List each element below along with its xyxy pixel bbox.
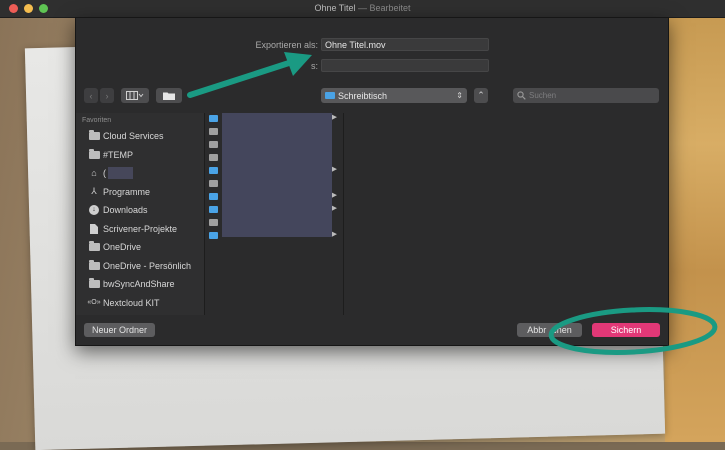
chevron-right-icon: ▶ [331,231,337,238]
folder-icon [88,259,100,271]
location-dropdown[interactable]: Schreibtisch ⇕ [321,88,467,103]
sidebar-item-label: OneDrive - Persönlich [103,260,192,271]
sidebar-item-scrivener[interactable]: Scrivener-Projekte [76,220,204,239]
sidebar-item-label: Nextcloud KIT [103,297,160,308]
search-placeholder: Suchen [529,91,557,100]
dialog-toolbar: ‹ › Schreibtisch ⇕ ⌃ Suchen [76,86,668,106]
window-title-status: Bearbeitet [369,3,411,13]
cancel-button[interactable]: Abbr chen [517,323,582,337]
chevron-updown-icon: ⇕ [456,91,463,100]
view-mode-button[interactable] [121,88,149,103]
sidebar: Favoriten Cloud Services #TEMP ⌂ ( ⅄ Pro… [76,113,205,315]
window-title-separator: — [358,3,367,13]
file-icon [209,180,218,187]
chevron-right-icon: ▶ [331,192,337,199]
sidebar-item-cloud-services[interactable]: Cloud Services [76,127,204,146]
sidebar-item-programme[interactable]: ⅄ Programme [76,183,204,202]
sidebar-item-label: #TEMP [103,149,134,160]
applications-icon: ⅄ [91,186,97,197]
window-title: Ohne Titel — Bearbeitet [0,3,725,13]
folder-icon [209,115,218,122]
sidebar-item-label: Scrivener-Projekte [103,223,178,234]
sidebar-heading: Favoriten [82,117,112,124]
cancel-label-end: chen [552,325,572,335]
sidebar-item-nextcloud[interactable]: «O» Nextcloud KIT [76,294,204,313]
cancel-label-start: Abbr [527,325,547,335]
document-icon [88,223,100,234]
sidebar-item-label: OneDrive [103,242,142,253]
export-as-label: Exportieren als: [255,40,318,50]
sidebar-item-bwsyncandshare[interactable]: bwSyncAndShare [76,275,204,294]
folder-icon [209,206,218,213]
folder-icon [209,232,218,239]
collapse-button[interactable]: ⌃ [474,88,488,103]
file-icon [209,219,218,226]
chevron-left-icon: ‹ [89,90,93,101]
file-icon [209,141,218,148]
window-title-name: Ohne Titel [314,3,356,13]
tags-field[interactable] [321,59,489,72]
forward-button[interactable]: › [100,88,114,103]
folder-icon [163,92,175,100]
sidebar-item-label: bwSyncAndShare [103,279,175,290]
chevron-right-icon: ▶ [331,114,337,121]
folder-icon [88,241,100,252]
chevron-right-icon: › [105,90,109,101]
sidebar-item-home[interactable]: ⌂ ( [76,164,204,183]
chevron-up-icon: ⌃ [477,90,485,100]
folder-icon [88,148,100,160]
file-icon [209,154,218,161]
folder-icon [325,92,335,99]
sidebar-item-label: ( [103,168,106,179]
sidebar-item-downloads[interactable]: ↓ Downloads [76,201,204,220]
sidebar-item-onedrive-personal[interactable]: OneDrive - Persönlich [76,257,204,276]
redacted-username [108,167,133,180]
back-button[interactable]: ‹ [84,88,98,103]
home-icon: ⌂ [91,168,97,179]
sidebar-item-onedrive[interactable]: OneDrive [76,238,204,257]
folder-icon [209,167,218,174]
save-dialog: Exportieren als: Ohne Titel.mov s: ‹ › S… [75,17,669,346]
new-folder-toolbar-button[interactable] [156,88,182,103]
background-wood-edge [665,16,725,442]
folder-icon [209,193,218,200]
dialog-footer: Neuer Ordner Abbr chen Sichern [76,316,668,345]
redacted-file-names [222,113,332,237]
sidebar-item-label: Downloads [103,205,148,216]
export-filename-field[interactable]: Ohne Titel.mov [321,38,489,51]
folder-icon [88,130,100,141]
chevron-right-icon: ▶ [331,166,337,173]
sidebar-item-label: Cloud Services [103,131,164,142]
network-icon: «O» [87,299,101,307]
file-icon [209,128,218,135]
location-label: Schreibtisch [338,90,388,101]
search-icon [517,91,526,100]
sidebar-item-temp[interactable]: #TEMP [76,146,204,165]
search-field[interactable]: Suchen [513,88,659,103]
download-icon: ↓ [88,205,100,216]
columns-view-icon [126,91,144,100]
window-titlebar: Ohne Titel — Bearbeitet [0,0,725,18]
chevron-right-icon: ▶ [331,205,337,212]
tags-label: s: [310,61,318,71]
new-folder-button[interactable]: Neuer Ordner [84,323,155,337]
save-button[interactable]: Sichern [592,323,660,337]
folder-icon [88,278,100,289]
sidebar-item-label: Programme [103,186,151,197]
